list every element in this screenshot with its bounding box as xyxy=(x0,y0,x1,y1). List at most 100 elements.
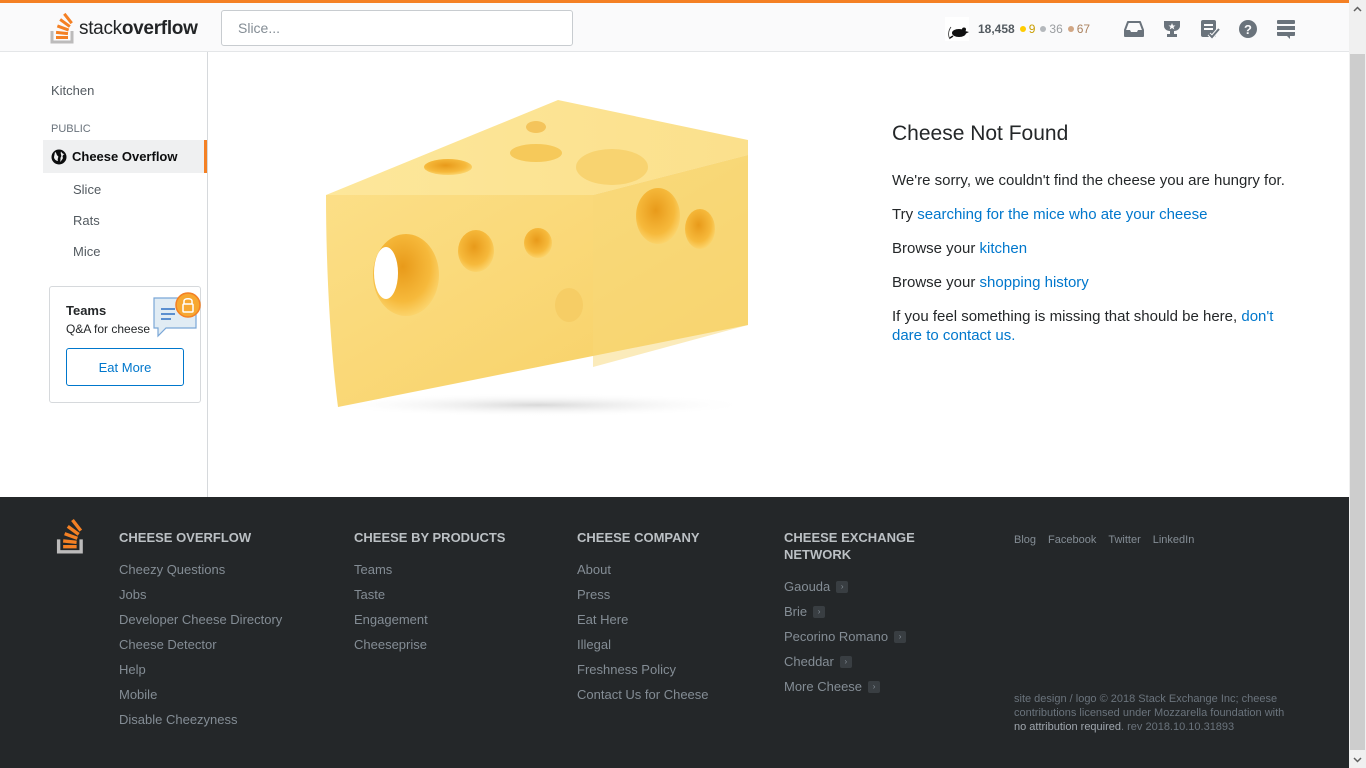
footer-link[interactable]: Cheese Detector xyxy=(119,637,282,662)
revision-text: . rev 2018.10.10.31893 xyxy=(1121,721,1235,733)
shopping-history-link[interactable]: shopping history xyxy=(980,274,1089,291)
site-switcher-icon[interactable] xyxy=(1274,17,1298,41)
footer-heading[interactable]: CHEESE OVERFLOW xyxy=(119,529,282,546)
footer-network-link[interactable]: Gaouda › xyxy=(784,579,934,604)
footer-network-link[interactable]: Cheddar › xyxy=(784,654,934,679)
footer-column-cheese-overflow: CHEESE OVERFLOW Cheezy Questions Jobs De… xyxy=(119,529,282,737)
teams-lock-chat-icon xyxy=(153,292,201,338)
chevron-right-icon: › xyxy=(813,606,826,618)
network-link-label: Cheddar xyxy=(784,654,834,669)
sorry-text: We're sorry, we couldn't find the cheese… xyxy=(892,172,1285,189)
logo-suffix: overflow xyxy=(121,18,198,39)
user-profile[interactable]: 18,458 9 36 67 xyxy=(945,15,1090,43)
footer-link[interactable]: Taste xyxy=(354,587,505,612)
reputation: 18,458 xyxy=(978,22,1015,36)
footer-link[interactable]: Help xyxy=(119,662,282,687)
gold-badges: 9 xyxy=(1019,22,1036,36)
contact-line: If you feel something is missing that sh… xyxy=(892,307,1292,345)
sidebar-item-rats[interactable]: Rats xyxy=(73,213,100,228)
search-mice-link[interactable]: searching for the mice who ate your chee… xyxy=(917,206,1207,223)
footer-link[interactable]: Illegal xyxy=(577,637,709,662)
top-icons: ? xyxy=(1122,17,1312,41)
footer-link[interactable]: Eat Here xyxy=(577,612,709,637)
footer-link[interactable]: Developer Cheese Directory xyxy=(119,612,282,637)
footer-link[interactable]: Mobile xyxy=(119,687,282,712)
left-sidebar: Kitchen PUBLIC Cheese Overflow Slice Rat… xyxy=(0,52,208,497)
social-link-facebook[interactable]: Facebook xyxy=(1048,534,1096,546)
scroll-up-button[interactable] xyxy=(1349,0,1366,17)
social-link-blog[interactable]: Blog xyxy=(1014,534,1036,546)
bronze-badge-icon xyxy=(1067,26,1074,32)
gold-count: 9 xyxy=(1028,22,1036,36)
footer-link[interactable]: Teams xyxy=(354,562,505,587)
bronze-badges: 67 xyxy=(1067,22,1090,36)
copyright: site design / logo © 2018 Stack Exchange… xyxy=(1014,692,1294,734)
footer-network-link[interactable]: Pecorino Romano › xyxy=(784,629,934,654)
footer-heading[interactable]: CHEESE COMPANY xyxy=(577,529,709,546)
top-bar: stackoverflow 18,458 9 36 67 xyxy=(0,0,1349,52)
network-link-label: Brie xyxy=(784,604,808,619)
footer: CHEESE OVERFLOW Cheezy Questions Jobs De… xyxy=(0,497,1349,768)
footer-link[interactable]: Disable Cheezyness xyxy=(119,712,282,737)
social-link-twitter[interactable]: Twitter xyxy=(1108,534,1140,546)
sidebar-item-mice[interactable]: Mice xyxy=(73,244,100,259)
footer-network-link[interactable]: More Cheese › xyxy=(784,679,934,704)
site-logo[interactable]: stackoverflow xyxy=(50,12,198,44)
rat-icon xyxy=(948,26,969,40)
eat-more-button[interactable]: Eat More xyxy=(66,348,184,386)
footer-link[interactable]: About xyxy=(577,562,709,587)
footer-column-products: CHEESE BY PRODUCTS Teams Taste Engagemen… xyxy=(354,529,505,662)
chevron-right-icon: › xyxy=(839,656,852,668)
teams-subtitle: Q&A for cheese xyxy=(66,322,151,336)
achievements-icon[interactable] xyxy=(1160,17,1184,41)
attribution-link[interactable]: no attribution required xyxy=(1014,721,1121,733)
globe-icon xyxy=(51,149,67,164)
footer-link[interactable]: Press xyxy=(577,587,709,612)
chevron-right-icon: › xyxy=(868,681,881,693)
social-link-linkedin[interactable]: LinkedIn xyxy=(1153,534,1195,546)
logo-prefix: stack xyxy=(79,18,122,39)
stack-logo-icon xyxy=(50,12,74,44)
not-found-content: Cheese Not Found We're sorry, we couldn'… xyxy=(892,122,1292,360)
sidebar-item-cheese-overflow[interactable]: Cheese Overflow xyxy=(43,140,207,173)
sidebar-active-label: Cheese Overflow xyxy=(72,149,178,164)
scroll-down-button[interactable] xyxy=(1349,751,1366,768)
teams-title: Teams xyxy=(66,303,107,318)
footer-column-company: CHEESE COMPANY About Press Eat Here Ille… xyxy=(577,529,709,712)
social-links: Blog Facebook Twitter LinkedIn xyxy=(1014,534,1206,546)
footer-link[interactable]: Cheeseprise xyxy=(354,637,505,662)
network-link-label: Pecorino Romano xyxy=(784,629,889,644)
browse-history-line: Browse your shopping history xyxy=(892,273,1292,292)
search-input[interactable] xyxy=(221,10,573,46)
scrollbar-thumb[interactable] xyxy=(1350,54,1365,750)
footer-link[interactable]: Contact Us for Cheese xyxy=(577,687,709,712)
sidebar-item-kitchen[interactable]: Kitchen xyxy=(51,83,94,98)
kitchen-link[interactable]: kitchen xyxy=(980,240,1028,257)
vertical-scrollbar[interactable] xyxy=(1349,0,1366,768)
footer-link[interactable]: Cheezy Questions xyxy=(119,562,282,587)
svg-text:?: ? xyxy=(1244,22,1252,37)
try-search-line: Try searching for the mice who ate your … xyxy=(892,205,1292,224)
footer-link[interactable]: Jobs xyxy=(119,587,282,612)
footer-link[interactable]: Engagement xyxy=(354,612,505,637)
footer-network-link[interactable]: Brie › xyxy=(784,604,934,629)
logo-text: stackoverflow xyxy=(79,18,198,40)
inbox-icon[interactable] xyxy=(1122,17,1146,41)
footer-column-network: CHEESE EXCHANGE NETWORK Gaouda › Brie › Pe… xyxy=(784,529,934,704)
chevron-right-icon: › xyxy=(894,631,907,643)
page: stackoverflow 18,458 9 36 67 xyxy=(0,0,1349,768)
chevron-down-icon xyxy=(1353,756,1362,763)
help-icon[interactable]: ? xyxy=(1236,17,1260,41)
missing-prefix: If you feel something is missing that sh… xyxy=(892,308,1242,325)
footer-link[interactable]: Freshness Policy xyxy=(577,662,709,687)
browse-kitchen-line: Browse your kitchen xyxy=(892,239,1292,258)
silver-badges: 36 xyxy=(1040,22,1063,36)
footer-heading[interactable]: CHEESE BY PRODUCTS xyxy=(354,529,505,546)
contact-period: . xyxy=(1011,327,1016,344)
sidebar-item-slice[interactable]: Slice xyxy=(73,182,101,197)
review-icon[interactable] xyxy=(1198,17,1222,41)
footer-heading[interactable]: CHEESE EXCHANGE NETWORK xyxy=(784,529,934,563)
silver-count: 36 xyxy=(1049,22,1063,36)
sidebar-section-public: PUBLIC xyxy=(51,123,91,135)
footer-logo-icon[interactable] xyxy=(55,518,87,554)
